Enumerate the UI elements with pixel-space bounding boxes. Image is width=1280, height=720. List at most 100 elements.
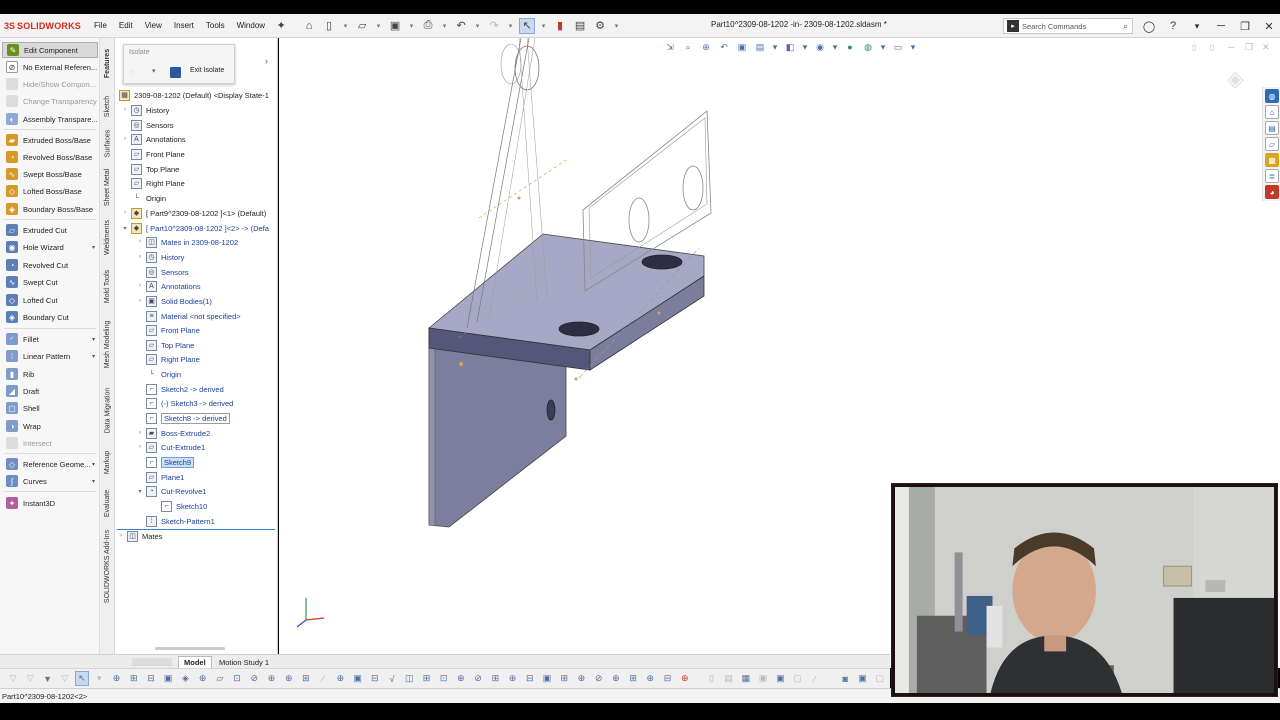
- select-arrow-icon[interactable]: ↖: [74, 671, 90, 686]
- undo-icon[interactable]: ↶: [453, 18, 469, 34]
- curves-button[interactable]: ∫ Curves ▾: [2, 473, 98, 489]
- midpoint-filter-icon[interactable]: ⊕: [264, 671, 278, 686]
- tree-item-sketch10[interactable]: ⌐ Sketch10: [151, 499, 207, 513]
- tab-motion-study[interactable]: Motion Study 1: [214, 656, 274, 668]
- tab-sketch[interactable]: Sketch: [100, 88, 115, 124]
- center-line-filter-icon[interactable]: ⊘: [592, 671, 606, 686]
- tab-mesh-modeling[interactable]: Mesh Modeling: [100, 312, 115, 376]
- save-icon[interactable]: ▣: [387, 18, 403, 34]
- tab-evaluate[interactable]: Evaluate: [100, 482, 115, 524]
- chevron-down-icon[interactable]: ▾: [440, 18, 449, 34]
- expand-icon[interactable]: ›: [121, 107, 129, 113]
- viewport-tool-icon[interactable]: ⁄: [808, 671, 822, 686]
- swept-boss-button[interactable]: ∿ Swept Boss/Base: [2, 166, 98, 182]
- clear-filters-icon[interactable]: ⊕: [678, 671, 692, 686]
- tree-item-sub-front-plane[interactable]: ▱ Front Plane: [136, 323, 200, 337]
- tree-item-solid-bodies[interactable]: › ▣ Solid Bodies(1): [136, 294, 212, 308]
- expand-icon[interactable]: ›: [117, 533, 125, 539]
- tree-root-assembly[interactable]: ▦ 2309-08-1202 (Default) <Display State-1: [117, 88, 269, 102]
- select-arrow-icon[interactable]: ↖: [519, 17, 536, 34]
- intersect-button[interactable]: Intersect: [2, 435, 98, 451]
- open-folder-icon[interactable]: ▱: [354, 18, 370, 34]
- filter-icon[interactable]: ▽: [58, 671, 72, 686]
- filter-icon[interactable]: ▽: [23, 671, 37, 686]
- reference-geometry-button[interactable]: ◇ Reference Geome... ▾: [2, 456, 98, 472]
- tree-item-material[interactable]: ≡ Material <not specified>: [136, 309, 241, 323]
- revolved-cut-button[interactable]: ◔ Revolved Cut: [2, 257, 98, 273]
- chevron-down-icon[interactable]: ▾: [152, 67, 156, 75]
- viewport-tool-icon[interactable]: ▤: [722, 671, 736, 686]
- rib-button[interactable]: ▮ Rib: [2, 366, 98, 382]
- chevron-down-icon[interactable]: ▾: [612, 18, 621, 34]
- pin-icon[interactable]: ✦: [273, 18, 289, 34]
- menu-edit[interactable]: Edit: [113, 21, 139, 30]
- rebuild-icon[interactable]: ▮: [552, 18, 568, 34]
- chevron-down-icon[interactable]: ▾: [374, 18, 383, 34]
- extruded-boss-button[interactable]: ▰ Extruded Boss/Base: [2, 132, 98, 148]
- save-icon[interactable]: ▣: [773, 671, 787, 686]
- lofted-cut-button[interactable]: ◇ Lofted Cut: [2, 292, 98, 308]
- tree-item-sketch2[interactable]: ⌐ Sketch2 -> derived: [136, 382, 224, 396]
- expand-icon[interactable]: ›: [136, 298, 144, 304]
- boundary-boss-button[interactable]: ◈ Boundary Boss/Base: [2, 201, 98, 217]
- surface-finish-filter-icon[interactable]: ⊘: [471, 671, 485, 686]
- camera-icon[interactable]: ◙: [838, 671, 852, 686]
- tree-item-sub-top-plane[interactable]: ▱ Top Plane: [136, 338, 194, 352]
- dimension-filter-icon[interactable]: ⊞: [299, 671, 313, 686]
- user-account-icon[interactable]: ◯: [1141, 18, 1157, 34]
- save-icon[interactable]: [170, 67, 181, 78]
- assembly-transparency-button[interactable]: ◐ Assembly Transpare...: [2, 111, 98, 127]
- change-transparency-button[interactable]: Change Transparency: [2, 93, 98, 109]
- menu-window[interactable]: Window: [231, 21, 271, 30]
- tree-item-top-plane[interactable]: ▱ Top Plane: [121, 162, 179, 176]
- expand-icon[interactable]: ›: [136, 239, 144, 245]
- extruded-cut-button[interactable]: ▱ Extruded Cut: [2, 222, 98, 238]
- solidworks-logo[interactable]: 3S SOLIDWORKS: [0, 21, 88, 31]
- home-icon[interactable]: ⌂: [301, 18, 317, 34]
- face-filter-icon[interactable]: ▣: [161, 671, 175, 686]
- chevron-down-icon[interactable]: ▾: [92, 244, 95, 251]
- axis-filter-icon[interactable]: ⊕: [196, 671, 210, 686]
- minimize-icon[interactable]: ─: [1213, 18, 1229, 34]
- lofted-boss-button[interactable]: ◇ Lofted Boss/Base: [2, 183, 98, 199]
- collapse-icon[interactable]: ▾: [136, 488, 144, 495]
- chevron-down-icon[interactable]: ▾: [92, 671, 106, 686]
- tree-item-sketch9[interactable]: ⌐ Sketch9: [136, 455, 195, 469]
- menu-file[interactable]: File: [88, 21, 113, 30]
- chevron-down-icon[interactable]: ▾: [92, 336, 95, 343]
- tree-item-sensors[interactable]: ◎ Sensors: [121, 118, 174, 132]
- tree-item-sketch-pattern1[interactable]: ⁞ Sketch-Pattern1: [136, 514, 215, 528]
- instant3d-button[interactable]: ✦ Instant3D: [2, 495, 98, 511]
- tree-item-mates[interactable]: › ◫ Mates: [117, 529, 162, 543]
- selection-filter-icon[interactable]: ▼: [40, 671, 54, 686]
- chevron-down-icon[interactable]: ▾: [92, 478, 95, 485]
- viewport-tool-icon[interactable]: ▢: [790, 671, 804, 686]
- surface-filter-icon[interactable]: ◈: [178, 671, 192, 686]
- center-mark-filter-icon[interactable]: ⊕: [282, 671, 296, 686]
- tree-item-sub-origin[interactable]: └ Origin: [136, 367, 181, 381]
- options-gear-icon[interactable]: ⚙: [592, 18, 608, 34]
- expand-icon[interactable]: ›: [121, 136, 129, 142]
- search-icon[interactable]: ⌕: [1123, 21, 1128, 32]
- help-icon[interactable]: ?: [1165, 18, 1181, 34]
- photo-icon[interactable]: ▣: [855, 671, 869, 686]
- swept-cut-button[interactable]: ∿ Swept Cut: [2, 274, 98, 290]
- balloon-filter-icon[interactable]: ⊟: [523, 671, 537, 686]
- chevron-down-icon[interactable]: ▾: [506, 18, 515, 34]
- shell-button[interactable]: ▢ Shell: [2, 400, 98, 416]
- collapse-icon[interactable]: ▾: [121, 225, 129, 232]
- hole-callout-filter-icon[interactable]: ⊕: [505, 671, 519, 686]
- file-properties-icon[interactable]: ▤: [572, 18, 588, 34]
- wrap-button[interactable]: ◑ Wrap: [2, 418, 98, 434]
- note-filter-icon[interactable]: ◫: [402, 671, 416, 686]
- redo-icon[interactable]: ↷: [486, 18, 502, 34]
- tree-item-front-plane[interactable]: ▱ Front Plane: [121, 147, 185, 161]
- cosmetic-thread-filter-icon[interactable]: ⊞: [488, 671, 502, 686]
- exit-isolate-button[interactable]: Exit Isolate: [190, 67, 224, 74]
- tree-item-history[interactable]: › ◷ History: [121, 103, 169, 117]
- chevron-down-icon[interactable]: ▾: [92, 353, 95, 360]
- chevron-down-icon[interactable]: ▾: [473, 18, 482, 34]
- expand-icon[interactable]: ›: [136, 430, 144, 436]
- revision-filter-icon[interactable]: ⊟: [660, 671, 674, 686]
- filter-icon[interactable]: ▽: [6, 671, 20, 686]
